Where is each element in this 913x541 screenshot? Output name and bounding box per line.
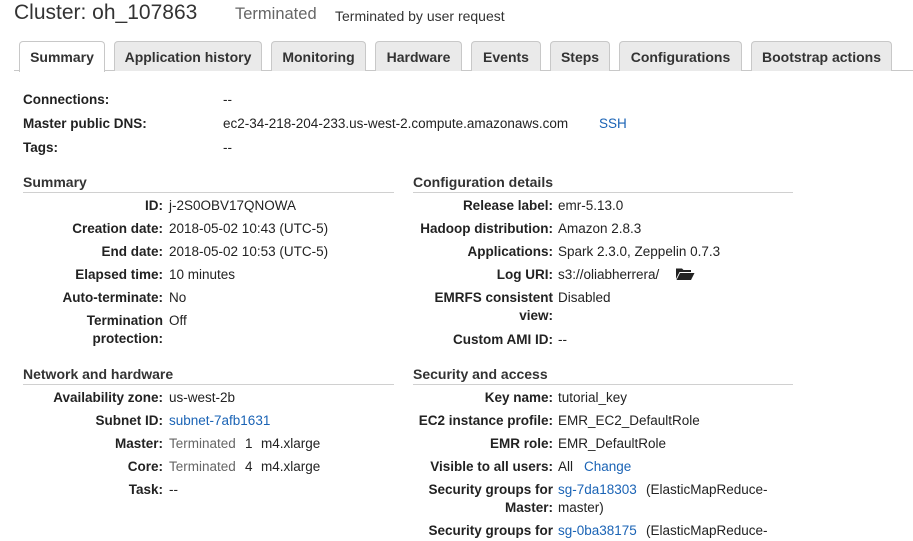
network-hardware-divider xyxy=(23,384,394,385)
tab-steps[interactable]: Steps xyxy=(550,41,610,71)
core-label: Core: xyxy=(127,459,163,474)
tab-hardware[interactable]: Hardware xyxy=(375,41,462,71)
tab-monitoring[interactable]: Monitoring xyxy=(271,41,366,71)
tags-label: Tags: xyxy=(23,140,59,155)
cluster-status: Terminated xyxy=(235,5,317,23)
sg-master-name-line2: master) xyxy=(558,500,604,515)
availability-zone-value: us-west-2b xyxy=(169,390,236,405)
connections-value: -- xyxy=(223,92,232,107)
sg-core-name-line1: (ElasticMapReduce- xyxy=(646,523,768,538)
creation-date-label: Creation date: xyxy=(72,221,163,236)
emr-role-value: EMR_DefaultRole xyxy=(558,436,667,451)
task-value: -- xyxy=(169,482,178,497)
tags-value: -- xyxy=(223,140,232,155)
key-name-label: Key name: xyxy=(484,390,553,405)
master-count: 1 xyxy=(245,436,253,451)
ssh-link[interactable]: SSH xyxy=(599,116,627,131)
end-date-label: End date: xyxy=(101,244,163,259)
emr-role-label: EMR role: xyxy=(489,436,553,451)
core-count: 4 xyxy=(245,459,253,474)
visible-to-all-users-value: All xyxy=(558,459,574,474)
summary-divider xyxy=(23,192,394,193)
connections-label: Connections: xyxy=(23,92,110,107)
sg-master-link[interactable]: sg-7da18303 xyxy=(558,482,637,497)
master-dns-value: ec2-34-218-204-233.us-west-2.compute.ama… xyxy=(223,116,569,131)
applications-label: Applications: xyxy=(467,244,553,259)
release-label-value: emr-5.13.0 xyxy=(558,198,624,213)
end-date-value: 2018-05-02 10:53 (UTC-5) xyxy=(169,244,329,259)
elapsed-time-value: 10 minutes xyxy=(169,267,236,282)
master-label: Master: xyxy=(114,436,163,451)
termination-protection-value: Off xyxy=(169,313,187,328)
sg-core-label-line1: Security groups for xyxy=(428,523,553,538)
sg-core-link[interactable]: sg-0ba38175 xyxy=(558,523,637,538)
tab-bootstrap-actions[interactable]: Bootstrap actions xyxy=(751,41,892,71)
tab-summary[interactable]: Summary xyxy=(19,41,105,72)
emrfs-consistent-view-value: Disabled xyxy=(558,290,611,305)
security-access-heading: Security and access xyxy=(413,366,548,382)
release-label-label: Release label: xyxy=(462,198,553,213)
master-dns-label: Master public DNS: xyxy=(23,116,147,131)
elapsed-time-label: Elapsed time: xyxy=(75,267,163,282)
key-name-value: tutorial_key xyxy=(558,390,628,405)
log-uri-label: Log URI: xyxy=(496,267,553,282)
sg-master-label-line2: Master: xyxy=(504,500,553,515)
visible-to-all-users-label: Visible to all users: xyxy=(430,459,553,474)
ec2-instance-profile-value: EMR_EC2_DefaultRole xyxy=(558,413,700,428)
summary-heading: Summary xyxy=(23,174,87,190)
sg-master-name-line1: (ElasticMapReduce- xyxy=(646,482,768,497)
sg-master-label-line1: Security groups for xyxy=(428,482,553,497)
log-uri-value: s3://oliabherrera/ xyxy=(558,267,660,282)
availability-zone-label: Availability zone: xyxy=(53,390,163,405)
subnet-id-link[interactable]: subnet-7afb1631 xyxy=(169,413,270,428)
tab-application-history[interactable]: Application history xyxy=(114,41,262,71)
core-state: Terminated xyxy=(169,459,236,474)
hadoop-distribution-label: Hadoop distribution: xyxy=(420,221,553,236)
termination-protection-label-line1: Termination xyxy=(86,313,163,328)
cluster-status-reason: Terminated by user request xyxy=(335,8,505,24)
core-instance-type: m4.xlarge xyxy=(261,459,321,474)
ec2-instance-profile-label: EC2 instance profile: xyxy=(418,413,553,428)
subnet-id-label: Subnet ID: xyxy=(95,413,164,428)
page-title: Cluster: oh_107863 xyxy=(14,1,198,24)
custom-ami-id-value: -- xyxy=(558,332,567,347)
task-label: Task: xyxy=(128,482,163,497)
security-access-divider xyxy=(413,384,793,385)
emrfs-consistent-view-label-line1: EMRFS consistent xyxy=(434,290,553,305)
termination-protection-label-line2: protection: xyxy=(92,331,164,346)
auto-terminate-value: No xyxy=(169,290,187,305)
configuration-details-divider xyxy=(413,192,793,193)
custom-ami-id-label: Custom AMI ID: xyxy=(453,332,553,347)
change-visibility-link[interactable]: Change xyxy=(584,459,631,474)
tab-events[interactable]: Events xyxy=(471,41,541,71)
applications-value: Spark 2.3.0, Zeppelin 0.7.3 xyxy=(558,244,721,259)
cluster-id-value: j-2S0OBV17QNOWA xyxy=(169,198,297,213)
creation-date-value: 2018-05-02 10:43 (UTC-5) xyxy=(169,221,329,236)
network-hardware-heading: Network and hardware xyxy=(23,366,174,382)
auto-terminate-label: Auto-terminate: xyxy=(62,290,164,305)
configuration-details-heading: Configuration details xyxy=(413,174,553,190)
tab-configurations[interactable]: Configurations xyxy=(619,41,742,71)
cluster-id-label: ID: xyxy=(145,198,163,213)
master-instance-type: m4.xlarge xyxy=(261,436,321,451)
folder-open-icon[interactable] xyxy=(675,266,695,281)
hadoop-distribution-value: Amazon 2.8.3 xyxy=(558,221,642,236)
emrfs-consistent-view-label-line2: view: xyxy=(519,308,553,323)
master-state: Terminated xyxy=(169,436,236,451)
